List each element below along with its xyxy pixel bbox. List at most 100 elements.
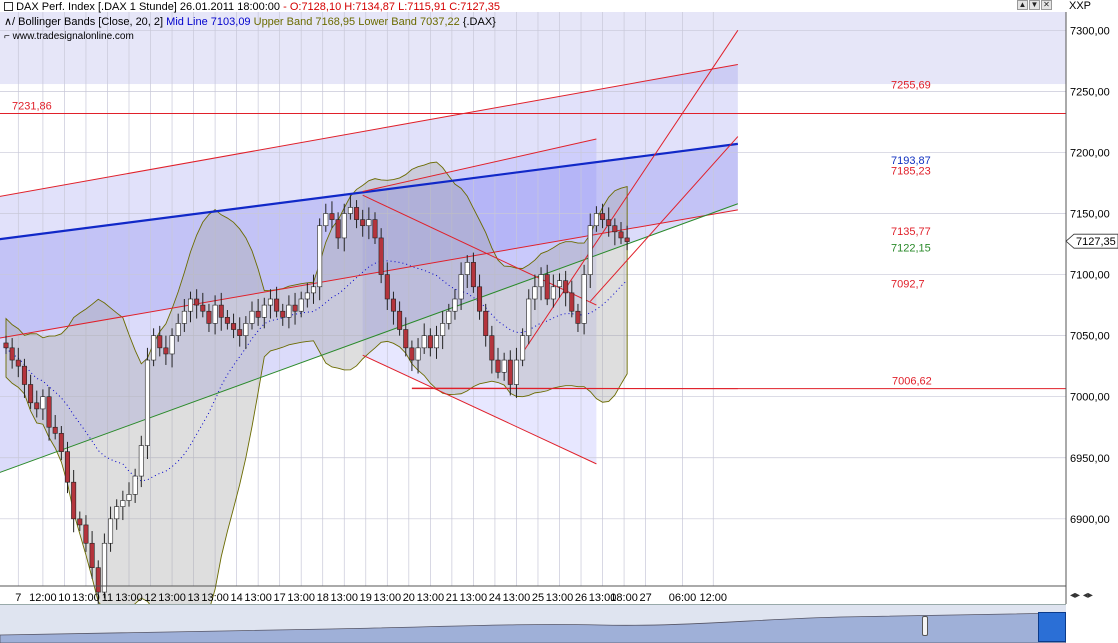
candle <box>139 446 143 477</box>
candle <box>391 299 395 311</box>
x-tick-label: 13:00 <box>158 592 186 604</box>
candle <box>102 543 106 592</box>
candle <box>305 293 309 299</box>
candle <box>416 348 420 360</box>
x-tick-label: 21 <box>446 592 458 604</box>
scroll-down-icon[interactable]: ▼ <box>1029 0 1040 10</box>
candle <box>490 336 494 360</box>
y-tick-label: 7200,00 <box>1070 147 1110 159</box>
x-tick-label: 13:00 <box>503 592 531 604</box>
candle <box>385 275 389 299</box>
x-tick-label: 18:00 <box>610 592 638 604</box>
indicator-icon: ∧/ <box>4 16 15 28</box>
candle <box>84 525 88 543</box>
candle <box>176 323 180 335</box>
candle <box>201 305 205 311</box>
candle <box>422 336 426 348</box>
candle <box>281 311 285 317</box>
candle <box>41 397 45 409</box>
x-tick-label: 10 <box>58 592 70 604</box>
candle <box>348 207 352 213</box>
candle <box>379 238 383 275</box>
candle <box>570 293 574 311</box>
x-tick-label: 11 <box>102 592 113 604</box>
candle <box>440 323 444 335</box>
candle <box>231 323 235 329</box>
candle <box>299 299 303 311</box>
price-chart[interactable]: 6900,006950,007000,007050,007100,007150,… <box>0 0 1118 642</box>
candle <box>496 360 500 372</box>
candle <box>16 360 20 366</box>
x-tick-label: 27 <box>639 592 651 604</box>
candle <box>533 287 537 299</box>
time-scrollbar[interactable] <box>0 604 1066 642</box>
candle <box>287 305 291 317</box>
candle <box>582 275 586 324</box>
y-tick-label: 7250,00 <box>1070 86 1110 98</box>
legend-line-1: DAX Perf. Index [.DAX 1 Stunde] 26.01.20… <box>4 1 500 13</box>
candle <box>90 543 94 567</box>
zoom-controls-icon[interactable]: ◂▸ ◂▸ <box>1070 590 1093 601</box>
candle <box>238 330 242 336</box>
candle <box>484 311 488 335</box>
candle <box>600 214 604 220</box>
x-tick-label: 26 <box>575 592 587 604</box>
scroll-up-icon[interactable]: ▲ <box>1017 0 1028 10</box>
candle <box>219 305 223 317</box>
x-tick-label: 13:00 <box>374 592 402 604</box>
candle <box>71 482 75 519</box>
candle <box>447 311 451 323</box>
candle <box>607 220 611 226</box>
candle <box>78 519 82 525</box>
scrollbar-thumb[interactable] <box>1038 612 1066 642</box>
candle <box>619 232 623 238</box>
candle <box>35 403 39 409</box>
candle <box>207 311 211 323</box>
x-tick-label: 14 <box>231 592 243 604</box>
chart-window: 6900,006950,007000,007050,007100,007150,… <box>0 0 1118 642</box>
trend-label: 7122,15 <box>891 243 931 255</box>
close-icon[interactable]: ✕ <box>1041 0 1052 10</box>
candle <box>459 275 463 299</box>
x-tick-label: 12:00 <box>699 592 727 604</box>
candle <box>317 226 321 287</box>
xxp-label: XXP <box>1069 0 1091 12</box>
candle <box>268 299 272 305</box>
candle <box>22 366 26 384</box>
candle <box>151 336 155 360</box>
watermark: ⌐ www.tradesignalonline.com <box>4 31 134 42</box>
x-tick-label: 17 <box>274 592 286 604</box>
candle <box>551 287 555 299</box>
candle <box>53 427 57 433</box>
candle <box>508 360 512 384</box>
bb-upper: Upper Band 7168,95 <box>254 16 356 28</box>
y-tick-label: 7000,00 <box>1070 392 1110 404</box>
watermark-text: www.tradesignalonline.com <box>13 31 134 42</box>
candle <box>127 494 131 500</box>
candle <box>594 214 598 226</box>
candle <box>108 519 112 543</box>
candle <box>477 287 481 311</box>
candle <box>342 214 346 238</box>
candle <box>10 348 14 360</box>
chart-icon <box>4 2 13 11</box>
trend-label: 7185,23 <box>891 165 931 177</box>
candle <box>545 275 549 299</box>
overview-sparkline <box>0 605 1066 643</box>
candle <box>47 397 51 428</box>
scroll-grip-handle[interactable] <box>922 616 928 636</box>
x-tick-label: 19 <box>360 592 372 604</box>
candle <box>170 336 174 354</box>
candle <box>361 220 365 226</box>
x-tick-label: 13:00 <box>72 592 100 604</box>
x-tick-label: 13 <box>187 592 199 604</box>
candle <box>115 507 119 519</box>
candle <box>274 299 278 311</box>
last-price-label: 7127,35 <box>1076 236 1116 248</box>
candle <box>539 275 543 287</box>
candle <box>244 323 248 335</box>
x-tick-label: 13:00 <box>546 592 574 604</box>
x-tick-label: 12:00 <box>29 592 57 604</box>
candle <box>4 343 8 348</box>
trend-label: 7255,69 <box>891 79 931 91</box>
